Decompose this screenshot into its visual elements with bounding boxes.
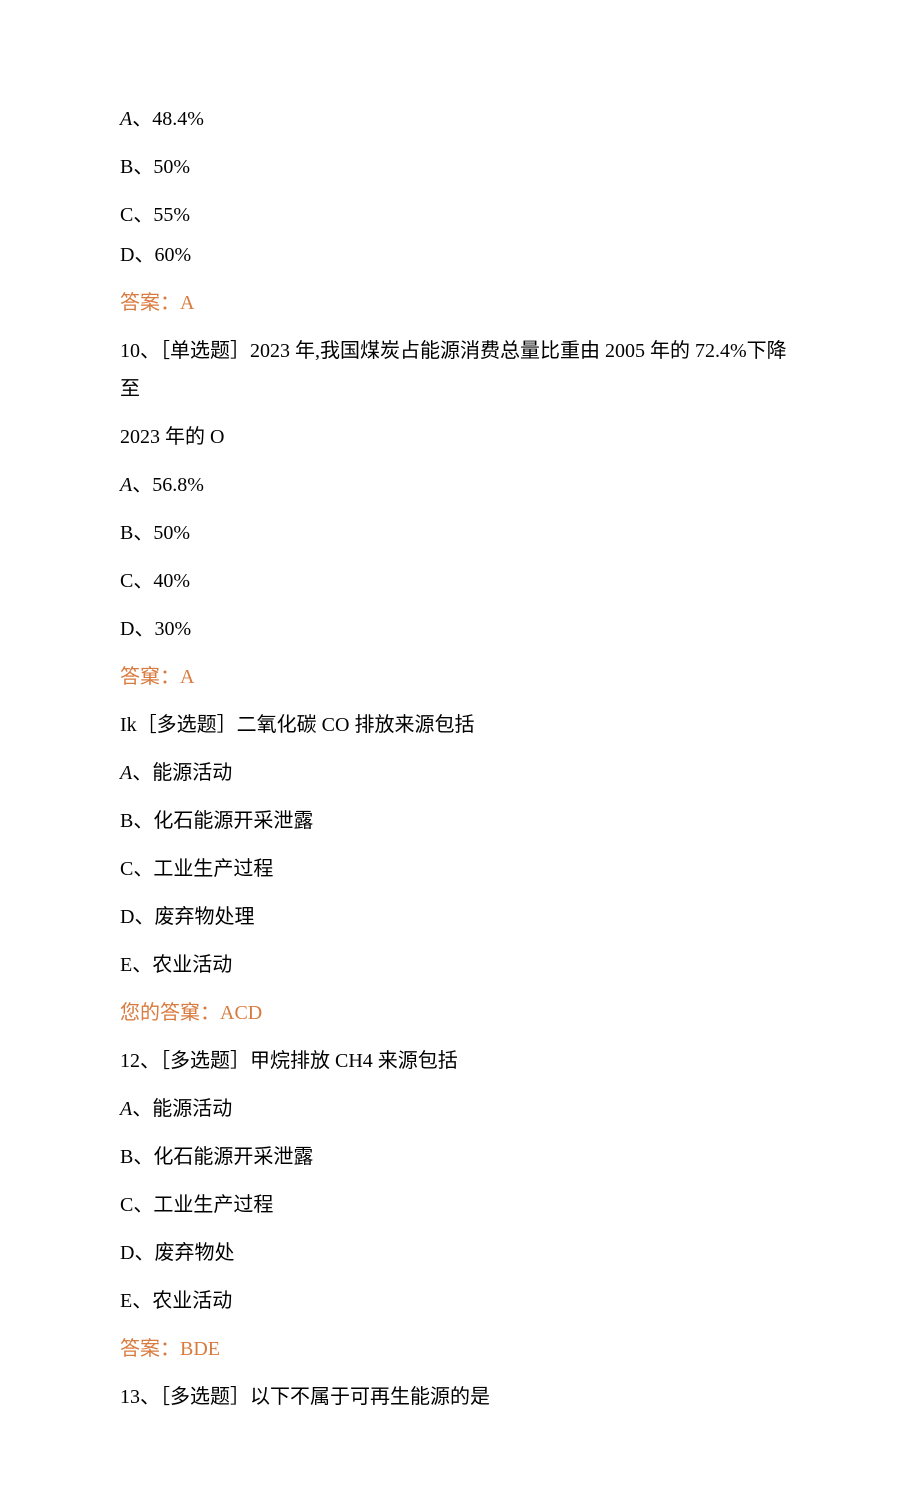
q11-option-e: E、农业活动 (120, 946, 800, 984)
q10-option-a-text: 、56.8% (132, 474, 204, 496)
q11-option-a: A、能源活动 (120, 754, 800, 792)
q10-stem-line2: 2023 年的 O (120, 418, 800, 456)
q9-option-a: A、48.4% (120, 100, 800, 138)
q11-stem: Ik［多选题］二氧化碳 CO 排放来源包括 (120, 706, 800, 744)
q9-option-c: C、55% (120, 196, 800, 234)
q12-option-a: A、能源活动 (120, 1090, 800, 1128)
q9-option-d: D、60% (120, 236, 800, 274)
q12-answer: 答案：BDE (120, 1330, 800, 1368)
q10-option-a: A、56.8% (120, 466, 800, 504)
q10-stem: 10、［单选题］2023 年,我国煤炭占能源消费总量比重由 2005 年的 72… (120, 332, 800, 408)
q12-stem: 12、［多选题］甲烷排放 CH4 来源包括 (120, 1042, 800, 1080)
document-page: A、48.4% B、50% C、55% D、60% 答案：A 10、［单选题］2… (0, 0, 920, 1486)
q11-option-d: D、废弃物处理 (120, 898, 800, 936)
q10-answer: 答窠：A (120, 658, 800, 696)
q11-option-b: B、化石能源开采泄露 (120, 802, 800, 840)
q11-option-a-text: 、能源活动 (132, 762, 232, 784)
q9-option-b: B、50% (120, 148, 800, 186)
q12-option-d: D、废弃物处 (120, 1234, 800, 1272)
q13-stem: 13、［多选题］以下不属于可再生能源的是 (120, 1378, 800, 1416)
q10-option-c: C、40% (120, 562, 800, 600)
q12-option-e: E、农业活动 (120, 1282, 800, 1320)
q12-option-c: C、工业生产过程 (120, 1186, 800, 1224)
q12-option-b: B、化石能源开采泄露 (120, 1138, 800, 1176)
q9-answer: 答案：A (120, 284, 800, 322)
q11-answer: 您的答窠：ACD (120, 994, 800, 1032)
q11-option-c: C、工业生产过程 (120, 850, 800, 888)
q9-option-a-text: 、48.4% (132, 108, 204, 130)
q10-option-d: D、30% (120, 610, 800, 648)
q10-option-b: B、50% (120, 514, 800, 552)
q12-option-a-text: 、能源活动 (132, 1098, 232, 1120)
